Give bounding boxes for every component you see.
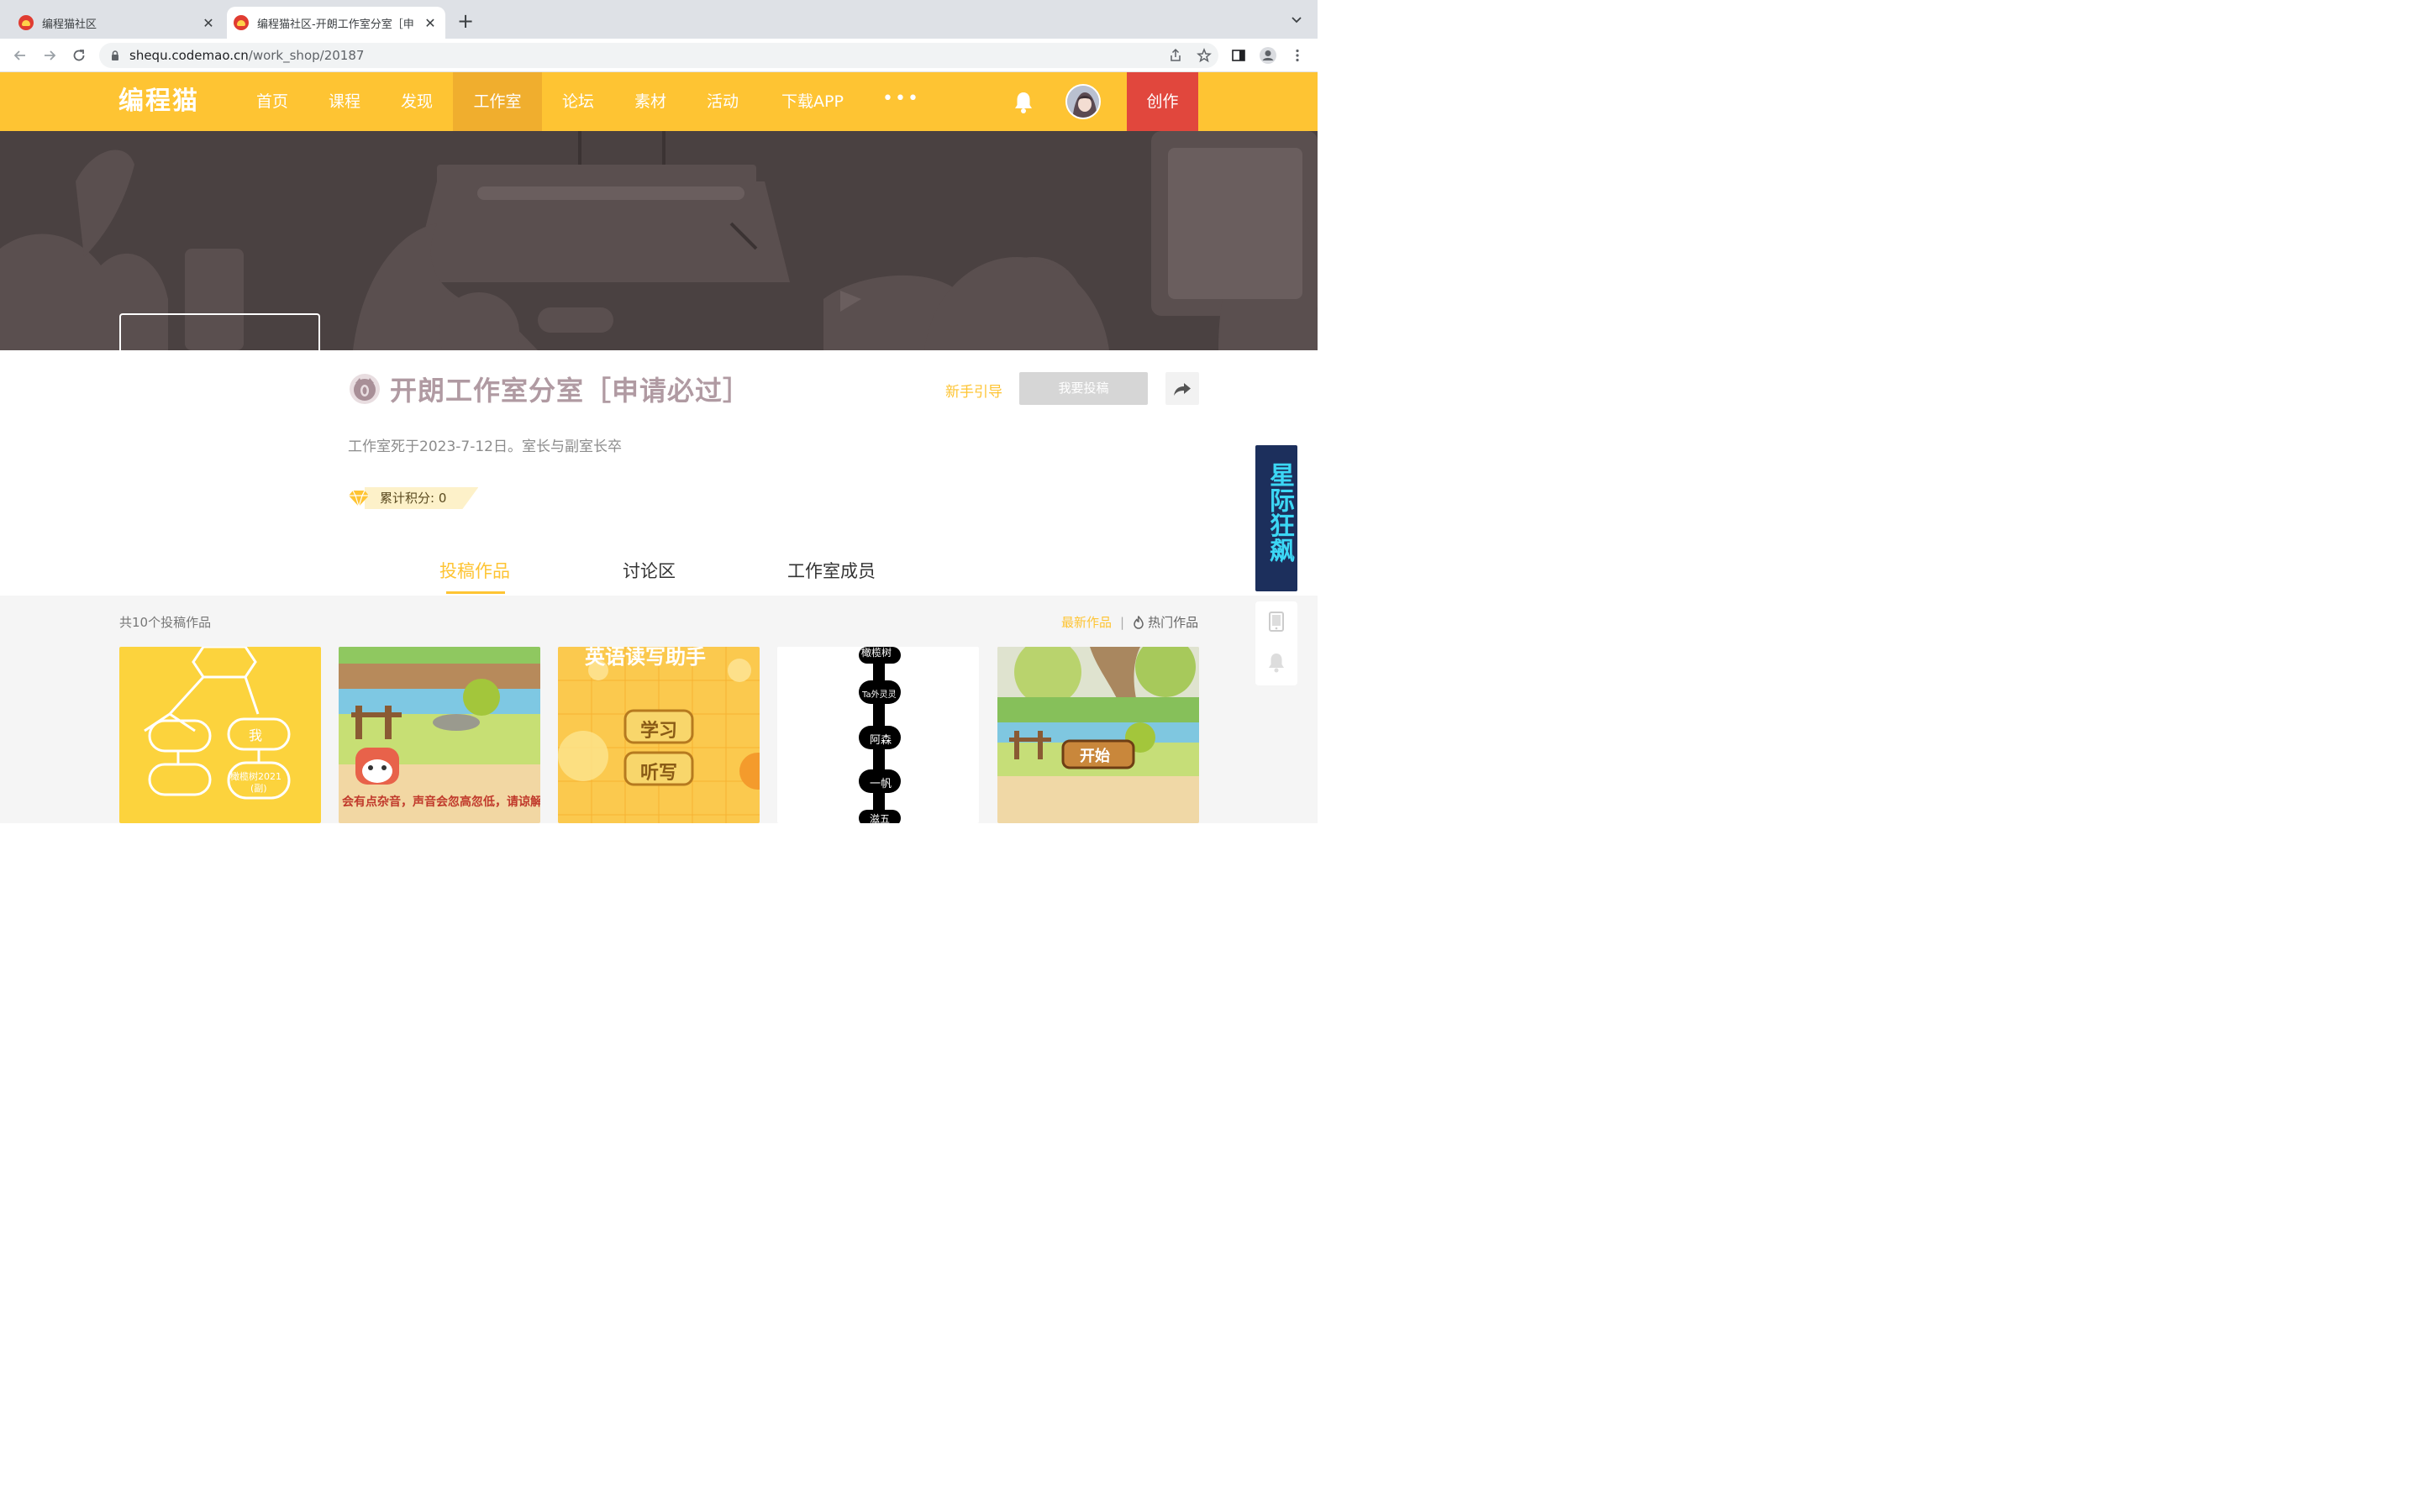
card-node-label: 一帆	[870, 778, 892, 790]
active-tab-indicator	[446, 591, 505, 594]
card-node-label: 我	[249, 727, 263, 743]
url-text: shequ.codemao.cn/work_shop/20187	[129, 48, 364, 63]
studio-description: 工作室死于2023-7-12日。室长与副室长卒	[348, 438, 622, 455]
card-heading: 英语读写助手	[585, 647, 706, 669]
work-card[interactable]: 英语读写助手 学习 听写	[558, 647, 760, 823]
browser-toolbar: shequ.codemao.cn/work_shop/20187	[0, 39, 1318, 72]
sort-options: 最新作品 | 热门作品	[1061, 613, 1198, 631]
tab-submitted-works[interactable]: 投稿作品	[439, 558, 510, 583]
card-node-label: 橄榄树	[861, 647, 892, 659]
address-bar[interactable]: shequ.codemao.cn/work_shop/20187	[99, 43, 1218, 68]
side-panel-icon	[1232, 50, 1245, 61]
card-node-label: Ta外灵灵	[862, 690, 897, 700]
beginner-guide-link[interactable]: 新手引导	[945, 380, 1002, 401]
profile-button[interactable]	[1258, 45, 1278, 66]
work-card[interactable]: 开始	[997, 647, 1199, 823]
card-button-label: 学习	[640, 721, 678, 742]
browser-tab-active[interactable]: 编程猫社区-开朗工作室分室［申 ✕	[227, 7, 445, 39]
work-title: 会有点杂音，声音会忽高忽低，请谅解	[342, 795, 540, 809]
side-ad-text: 星际狂飙	[1265, 462, 1294, 563]
bell-icon[interactable]	[1013, 91, 1034, 114]
tab-discussion[interactable]: 讨论区	[623, 558, 676, 583]
points-label: 累计积分: 0	[365, 487, 479, 509]
work-card[interactable]: 橄榄树 Ta外灵灵 阿森 一帆 滋五	[777, 647, 979, 823]
diamond-icon	[349, 490, 369, 509]
studio-cover-frame	[119, 313, 320, 355]
site-header: 编程猫 首页 课程 发现 工作室 论坛 素材 活动 下载APP •••	[0, 72, 1318, 131]
more-vert-icon	[1296, 49, 1299, 62]
codemao-favicon-icon	[18, 15, 34, 30]
star-icon[interactable]	[1197, 48, 1212, 63]
card-node-label: (副)	[250, 783, 267, 794]
sort-hot-link[interactable]: 热门作品	[1133, 613, 1198, 631]
reload-icon	[73, 50, 85, 61]
start-button-label: 开始	[1080, 748, 1110, 765]
browser-tab[interactable]: 编程猫社区 ✕	[12, 7, 224, 39]
forward-button[interactable]	[39, 45, 60, 66]
back-button[interactable]	[10, 45, 30, 66]
card-node-label: 阿森	[870, 734, 892, 747]
submit-work-button[interactable]: 我要投稿	[1019, 372, 1148, 405]
new-tab-button[interactable]: +	[456, 11, 475, 31]
menu-button[interactable]	[1287, 45, 1307, 66]
close-icon[interactable]: ✕	[422, 14, 439, 31]
create-button[interactable]: 创作	[1127, 72, 1198, 131]
sort-latest-link[interactable]: 最新作品	[1061, 613, 1112, 631]
tab-members[interactable]: 工作室成员	[787, 558, 876, 583]
nav-forum[interactable]: 论坛	[548, 72, 608, 131]
nav-studio[interactable]: 工作室	[453, 72, 542, 131]
notification-bell-icon[interactable]	[1267, 652, 1286, 674]
tablet-icon[interactable]	[1268, 612, 1285, 632]
side-tools	[1255, 601, 1297, 685]
nav-home[interactable]: 首页	[242, 72, 302, 131]
accumulated-points: 累计积分: 0	[348, 487, 479, 509]
studio-name: 开朗工作室分室［申请必过］	[390, 375, 751, 407]
works-count: 共10个投稿作品	[119, 615, 212, 630]
nav-materials[interactable]: 素材	[620, 72, 681, 131]
nav-download-app[interactable]: 下载APP	[766, 72, 859, 131]
profile-icon	[1260, 47, 1276, 64]
tab-title: 编程猫社区	[42, 18, 97, 31]
nav-discover[interactable]: 发现	[387, 72, 447, 131]
url-domain: shequ.codemao.cn	[129, 48, 249, 63]
url-path: /work_shop/20187	[248, 48, 365, 63]
codemao-favicon-icon	[234, 15, 249, 30]
browser-tab-bar: 编程猫社区 ✕ 编程猫社区-开朗工作室分室［申 ✕ +	[0, 0, 1318, 39]
arrow-left-icon	[13, 50, 25, 60]
tab-title: 编程猫社区-开朗工作室分室［申	[257, 18, 414, 31]
share-button[interactable]	[1165, 372, 1199, 405]
chevron-down-icon[interactable]	[1289, 12, 1304, 27]
close-icon[interactable]: ✕	[200, 14, 217, 31]
share-arrow-icon	[1174, 382, 1191, 396]
flame-icon	[1134, 615, 1144, 629]
reload-button[interactable]	[69, 45, 89, 66]
card-button-label: 听写	[640, 763, 678, 784]
card-node-label: 滋五	[870, 813, 891, 823]
studio-level-badge-icon	[350, 374, 380, 404]
nav-events[interactable]: 活动	[692, 72, 753, 131]
work-card[interactable]: 我 橄榄树2021 (副)	[119, 647, 321, 823]
side-panel-button[interactable]	[1228, 45, 1249, 66]
work-card[interactable]: 会有点杂音，声音会忽高忽低，请谅解	[339, 647, 540, 823]
nav-more-button[interactable]: •••	[882, 72, 920, 131]
codemao-logo[interactable]: 编程猫	[118, 86, 199, 118]
sort-hot-label: 热门作品	[1148, 615, 1199, 630]
side-ad-banner[interactable]: 星际狂飙	[1255, 445, 1297, 591]
share-icon[interactable]	[1168, 48, 1183, 63]
user-avatar[interactable]	[1065, 84, 1101, 119]
work-thumbnail	[144, 647, 291, 800]
work-thumbnail	[997, 647, 1199, 776]
nav-courses[interactable]: 课程	[314, 72, 375, 131]
arrow-right-icon	[45, 50, 56, 60]
lock-icon	[112, 50, 118, 60]
sort-separator: |	[1120, 614, 1125, 630]
